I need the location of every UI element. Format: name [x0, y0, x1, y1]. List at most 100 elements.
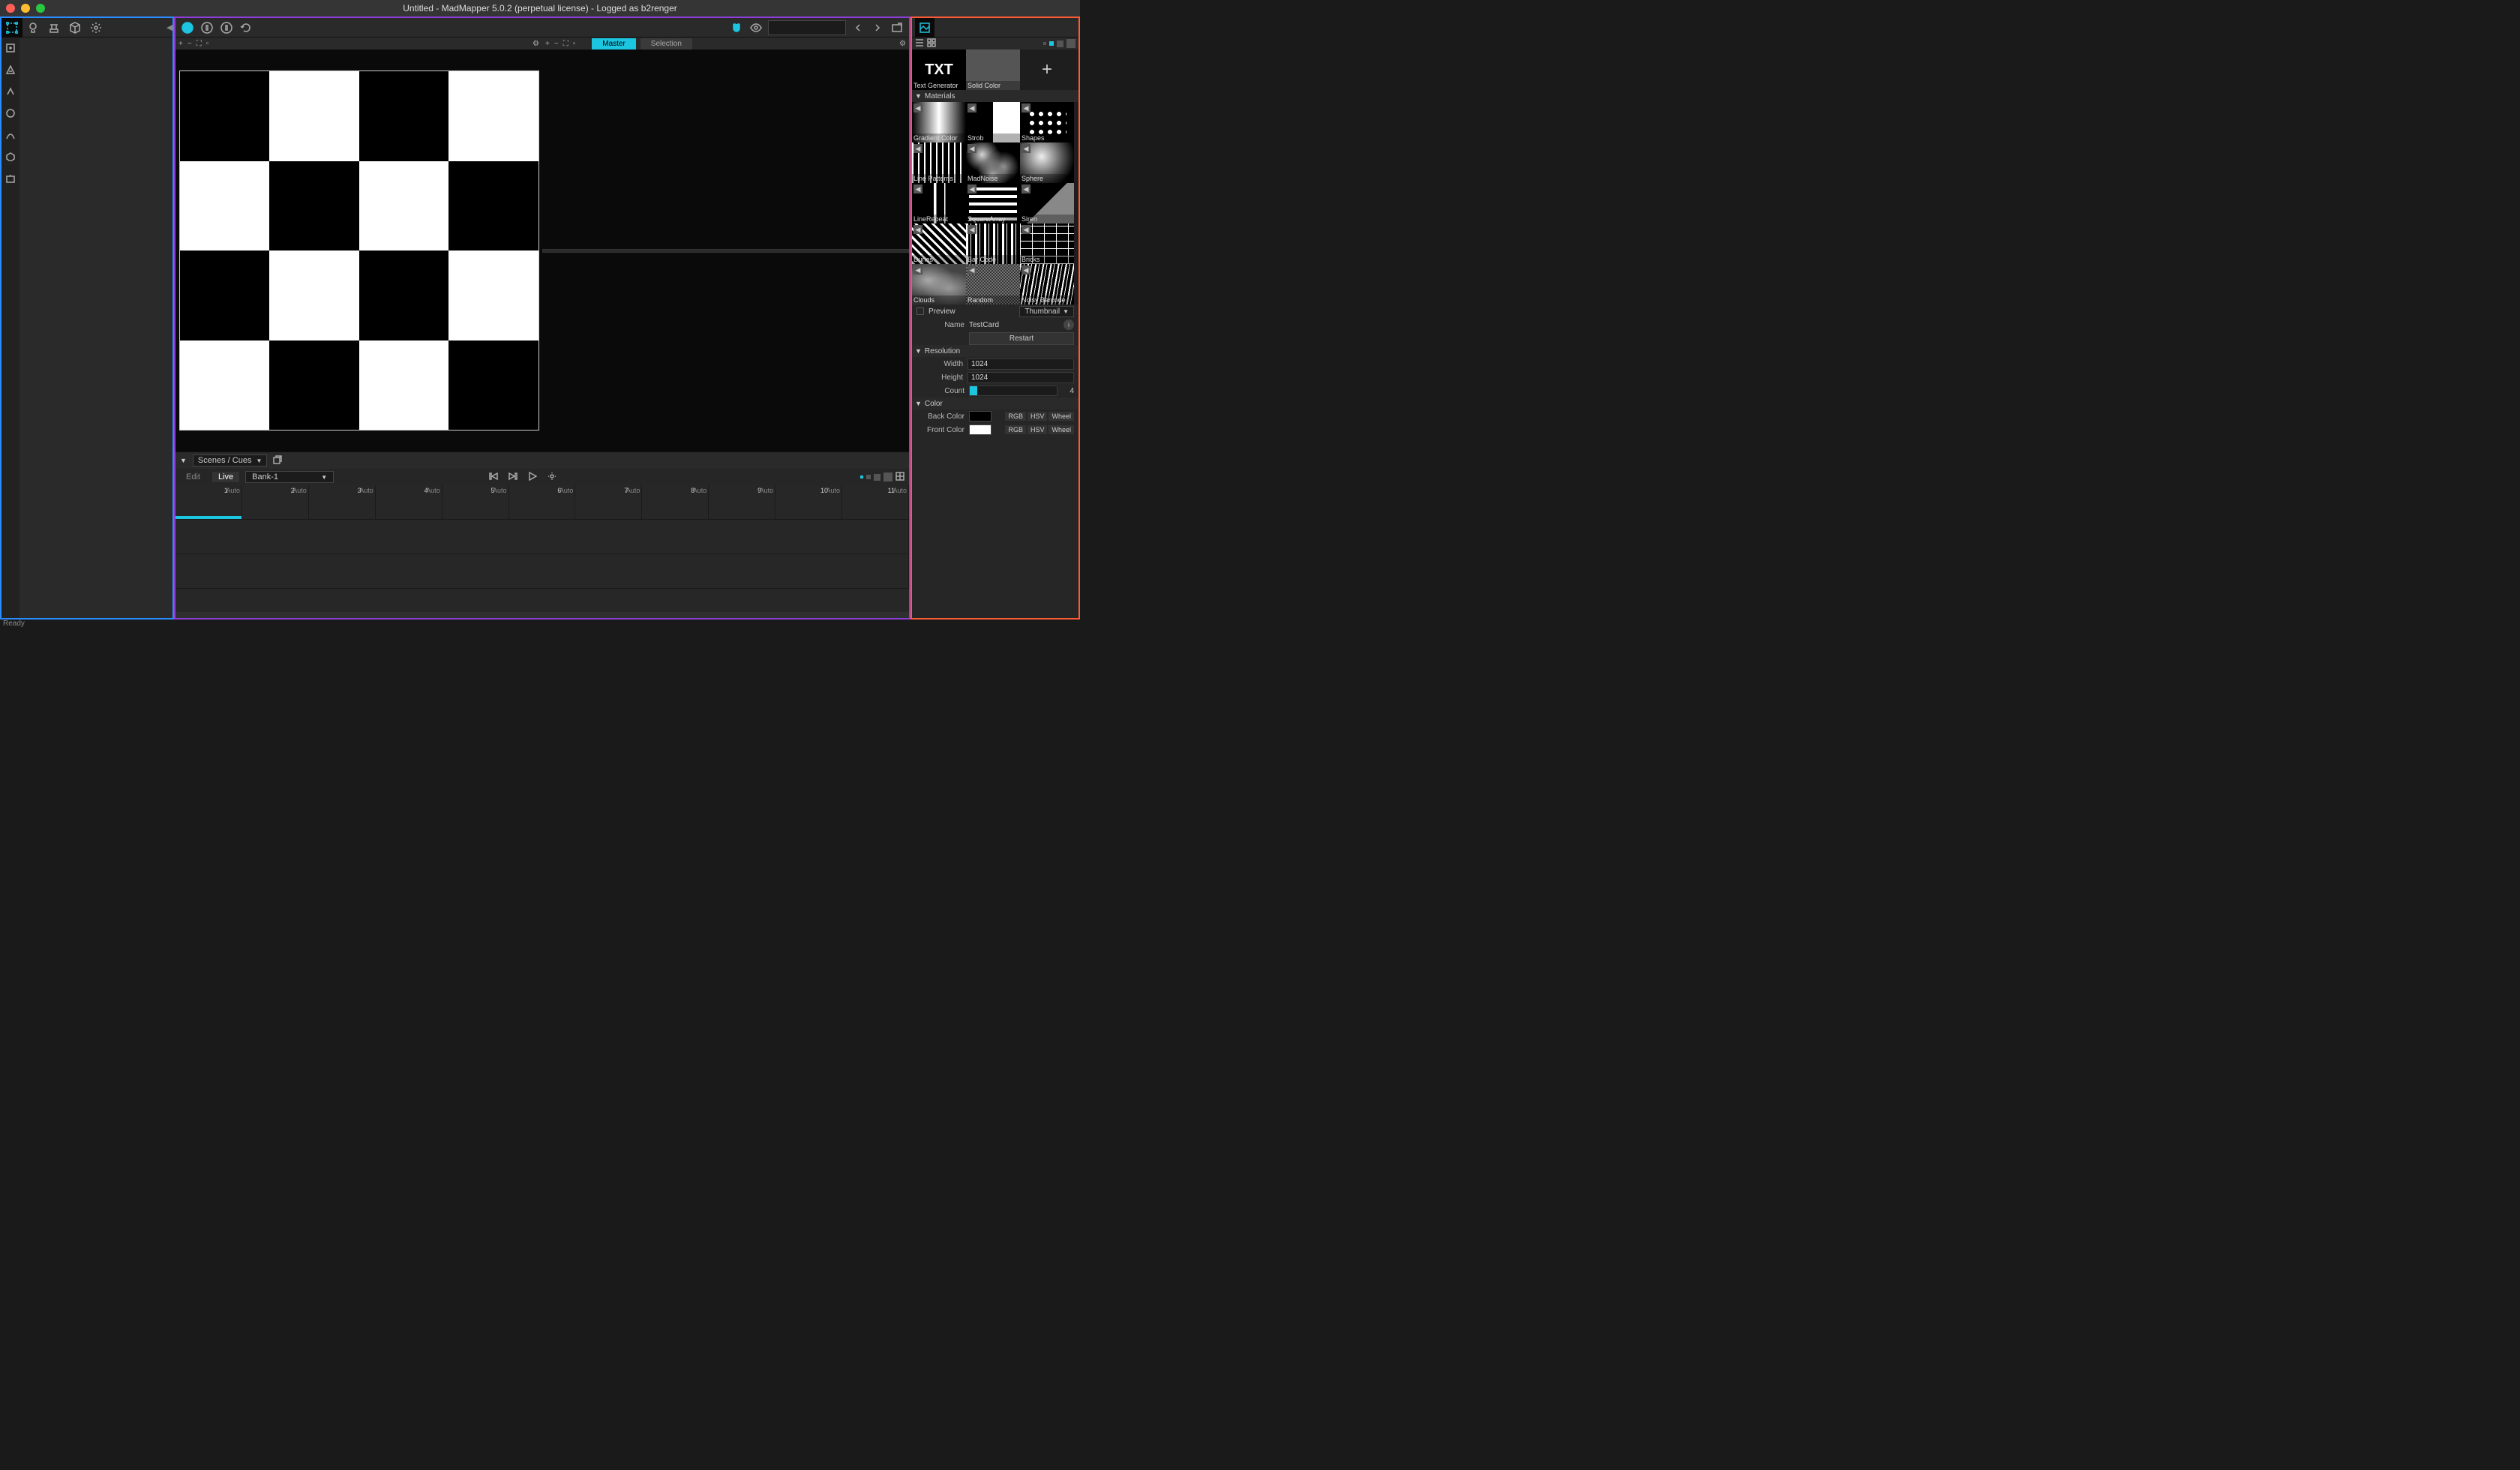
- scenes-mode-dropdown[interactable]: Scenes / Cues ▼: [193, 454, 267, 466]
- cue-cell[interactable]: 10Auto: [776, 485, 842, 519]
- next-projector-button[interactable]: [870, 20, 885, 35]
- input-preview-area[interactable]: [176, 50, 542, 452]
- library-item[interactable]: ◀Random: [966, 264, 1020, 304]
- bank-select[interactable]: Bank-1▼: [245, 471, 334, 483]
- add-quad-tool[interactable]: [6, 44, 15, 55]
- tab-master[interactable]: Master: [592, 38, 636, 50]
- view-grid-icon[interactable]: [896, 472, 904, 483]
- chevron-down-icon[interactable]: ▼: [180, 457, 187, 464]
- library-item[interactable]: ◀Siren: [1020, 183, 1074, 224]
- back-rgb-button[interactable]: RGB: [1005, 412, 1026, 421]
- view-size-s[interactable]: [866, 475, 871, 479]
- add-media-button[interactable]: +: [1020, 50, 1074, 90]
- library-item[interactable]: ◀MadNoise: [966, 142, 1020, 183]
- input-remove-button[interactable]: −: [188, 40, 192, 48]
- library-item[interactable]: ◀Clouds: [912, 264, 966, 304]
- output-remove-button[interactable]: −: [554, 40, 559, 48]
- library-item[interactable]: ◀Bar Code: [966, 224, 1020, 264]
- library-item[interactable]: ◀LineRepeat: [912, 183, 966, 224]
- add-import-tool[interactable]: [6, 174, 15, 185]
- library-item[interactable]: ◀Strob: [966, 102, 1020, 142]
- undo-button[interactable]: [238, 20, 254, 35]
- count-slider[interactable]: [969, 386, 1058, 396]
- cue-cell[interactable]: 9Auto: [709, 485, 776, 519]
- add-line-tool[interactable]: [6, 130, 15, 142]
- library-item[interactable]: Solid Color: [966, 50, 1020, 90]
- lib-grid-view-icon[interactable]: [927, 38, 936, 50]
- output-settings-icon[interactable]: ⚙: [899, 40, 906, 48]
- back-wheel-button[interactable]: Wheel: [1048, 412, 1074, 421]
- window-close-button[interactable]: [6, 4, 15, 13]
- scenes-scrollbar[interactable]: [176, 612, 909, 618]
- scenes-edit-button[interactable]: Edit: [180, 472, 206, 482]
- add-mask-tool[interactable]: [6, 87, 15, 98]
- snap-button[interactable]: [729, 20, 744, 35]
- play-pause-button[interactable]: [180, 20, 195, 35]
- library-item[interactable]: ◀Dunes: [912, 224, 966, 264]
- surfaces-list[interactable]: [20, 38, 172, 618]
- library-item[interactable]: ◀Shapes: [1020, 102, 1074, 142]
- front-rgb-button[interactable]: RGB: [1005, 425, 1026, 434]
- window-zoom-button[interactable]: [36, 4, 45, 13]
- cue-cell[interactable]: 7Auto: [575, 485, 642, 519]
- add-triangle-tool[interactable]: [6, 65, 15, 76]
- output-preview-area[interactable]: [542, 50, 909, 452]
- input-actual-button[interactable]: ▫: [206, 40, 209, 48]
- transport-play-button[interactable]: [528, 472, 537, 483]
- lib-size-l[interactable]: [1066, 39, 1076, 48]
- fixtures-tab[interactable]: [44, 18, 64, 38]
- color-disclosure-icon[interactable]: ▼: [915, 400, 922, 407]
- width-input[interactable]: [968, 358, 1074, 370]
- output-actual-button[interactable]: ▫: [573, 40, 576, 48]
- lib-list-view-icon[interactable]: [915, 38, 924, 50]
- projector-dropdown[interactable]: [768, 20, 846, 35]
- materials-disclosure-icon[interactable]: ▼: [915, 92, 922, 100]
- surfaces-tab[interactable]: [2, 18, 22, 38]
- back-hsv-button[interactable]: HSV: [1028, 412, 1048, 421]
- input-fit-button[interactable]: ⛶: [196, 40, 202, 48]
- add-3d-tool[interactable]: [6, 152, 15, 164]
- prev-projector-button[interactable]: [850, 20, 866, 35]
- step-fwd-button[interactable]: [219, 20, 234, 35]
- settings-tab[interactable]: [86, 18, 106, 38]
- cue-cell[interactable]: 5Auto: [442, 485, 509, 519]
- add-circle-tool[interactable]: [6, 109, 15, 120]
- input-add-button[interactable]: +: [178, 40, 183, 48]
- popout-scenes-icon[interactable]: [273, 455, 282, 466]
- transport-prev-button[interactable]: [489, 472, 498, 483]
- window-minimize-button[interactable]: [21, 4, 30, 13]
- library-item[interactable]: ◀SquareArray: [966, 183, 1020, 224]
- transport-settings-icon[interactable]: [548, 472, 556, 483]
- lights-tab[interactable]: [22, 18, 44, 38]
- info-icon[interactable]: i: [1064, 320, 1074, 330]
- output-popup-button[interactable]: [890, 20, 904, 35]
- library-item[interactable]: ◀Noisy Barcode: [1020, 264, 1074, 304]
- library-item[interactable]: ◀Bricks: [1020, 224, 1074, 264]
- output-add-button[interactable]: +: [545, 40, 550, 48]
- restart-button[interactable]: Restart: [969, 332, 1074, 345]
- cue-cell[interactable]: 11Auto: [842, 485, 909, 519]
- transport-next-button[interactable]: [508, 472, 518, 483]
- output-fit-button[interactable]: ⛶: [563, 40, 568, 48]
- library-item[interactable]: ◀Gradient Color: [912, 102, 966, 142]
- input-settings-icon[interactable]: ⚙: [532, 40, 539, 48]
- view-size-xs[interactable]: [860, 476, 863, 478]
- height-input[interactable]: [968, 372, 1074, 383]
- view-size-l[interactable]: [884, 472, 892, 482]
- collapse-left-icon[interactable]: ◀: [166, 22, 174, 32]
- lib-size-xs[interactable]: [1043, 42, 1046, 45]
- cue-cell[interactable]: 4Auto: [376, 485, 442, 519]
- cue-cell[interactable]: 1Auto: [176, 485, 242, 519]
- front-wheel-button[interactable]: Wheel: [1048, 425, 1074, 434]
- library-item[interactable]: ◀Line Patterns: [912, 142, 966, 183]
- cue-cell[interactable]: 3Auto: [309, 485, 376, 519]
- resolution-disclosure-icon[interactable]: ▼: [915, 347, 922, 355]
- tab-selection[interactable]: Selection: [640, 38, 692, 50]
- front-hsv-button[interactable]: HSV: [1028, 425, 1048, 434]
- media-tab[interactable]: [915, 18, 934, 38]
- lib-size-m[interactable]: [1057, 40, 1064, 47]
- cue-cell[interactable]: 8Auto: [642, 485, 709, 519]
- scenes-live-button[interactable]: Live: [212, 472, 239, 482]
- front-color-swatch[interactable]: [969, 424, 992, 435]
- back-color-swatch[interactable]: [969, 411, 992, 422]
